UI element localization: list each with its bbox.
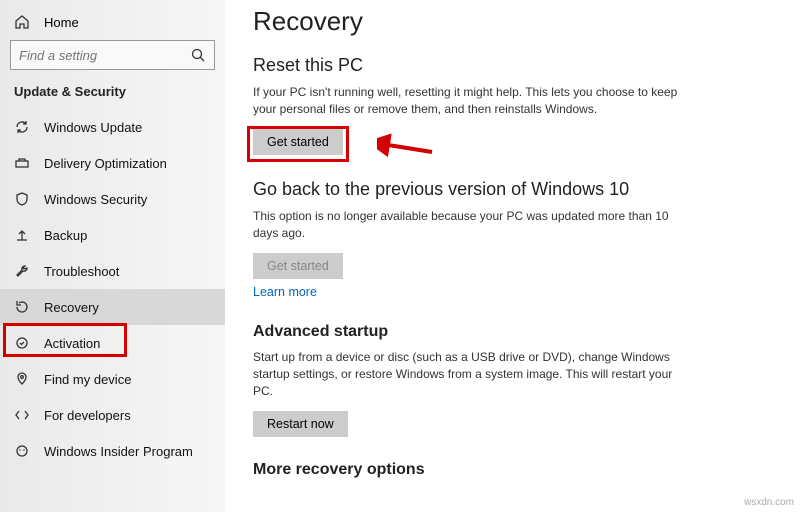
developers-icon [14, 407, 30, 423]
shield-icon [14, 191, 30, 207]
sidebar-item-label: Windows Insider Program [44, 444, 193, 459]
search-box[interactable] [10, 40, 215, 70]
goback-get-started-button: Get started [253, 253, 343, 279]
delivery-icon [14, 155, 30, 171]
sidebar-item-backup[interactable]: Backup [0, 217, 225, 253]
sync-icon [14, 119, 30, 135]
sidebar-item-label: Delivery Optimization [44, 156, 167, 171]
section-advanced-startup: Advanced startup Start up from a device … [253, 323, 693, 437]
reset-get-started-button[interactable]: Get started [253, 129, 343, 155]
section-more-recovery: More recovery options [253, 461, 693, 479]
sidebar-item-label: Windows Security [44, 192, 147, 207]
sidebar-item-label: Recovery [44, 300, 99, 315]
home-label: Home [44, 15, 79, 30]
advanced-desc: Start up from a device or disc (such as … [253, 349, 693, 401]
reset-heading: Reset this PC [253, 55, 693, 76]
home-icon [14, 14, 30, 30]
activation-icon [14, 335, 30, 351]
sidebar-item-troubleshoot[interactable]: Troubleshoot [0, 253, 225, 289]
backup-icon [14, 227, 30, 243]
main-content: Recovery Reset this PC If your PC isn't … [225, 0, 800, 512]
learn-more-link[interactable]: Learn more [253, 285, 317, 299]
recovery-icon [14, 299, 30, 315]
watermark: wsxdn.com [744, 497, 794, 508]
sidebar-item-windows-security[interactable]: Windows Security [0, 181, 225, 217]
search-input[interactable] [19, 48, 179, 63]
insider-icon [14, 443, 30, 459]
advanced-heading: Advanced startup [253, 323, 693, 341]
sidebar-item-recovery[interactable]: Recovery [0, 289, 225, 325]
sidebar-item-label: For developers [44, 408, 131, 423]
sidebar-item-label: Find my device [44, 372, 131, 387]
sidebar-item-insider[interactable]: Windows Insider Program [0, 433, 225, 469]
sidebar-item-label: Windows Update [44, 120, 142, 135]
sidebar-item-label: Troubleshoot [44, 264, 119, 279]
sidebar-item-windows-update[interactable]: Windows Update [0, 109, 225, 145]
home-link[interactable]: Home [0, 8, 225, 40]
sidebar-item-activation[interactable]: Activation [0, 325, 225, 361]
section-reset-pc: Reset this PC If your PC isn't running w… [253, 55, 693, 155]
sidebar-section-title: Update & Security [0, 84, 225, 109]
sidebar-item-delivery-optimization[interactable]: Delivery Optimization [0, 145, 225, 181]
reset-desc: If your PC isn't running well, resetting… [253, 84, 693, 119]
search-icon [190, 47, 206, 63]
section-go-back: Go back to the previous version of Windo… [253, 179, 693, 299]
sidebar: Home Update & Security Windows Update De… [0, 0, 225, 512]
location-icon [14, 371, 30, 387]
more-heading: More recovery options [253, 461, 693, 479]
goback-heading: Go back to the previous version of Windo… [253, 179, 693, 200]
page-title: Recovery [253, 6, 760, 37]
sidebar-item-find-my-device[interactable]: Find my device [0, 361, 225, 397]
sidebar-item-label: Activation [44, 336, 100, 351]
sidebar-item-label: Backup [44, 228, 87, 243]
restart-now-button[interactable]: Restart now [253, 411, 348, 437]
sidebar-item-for-developers[interactable]: For developers [0, 397, 225, 433]
wrench-icon [14, 263, 30, 279]
goback-desc: This option is no longer available becau… [253, 208, 693, 243]
